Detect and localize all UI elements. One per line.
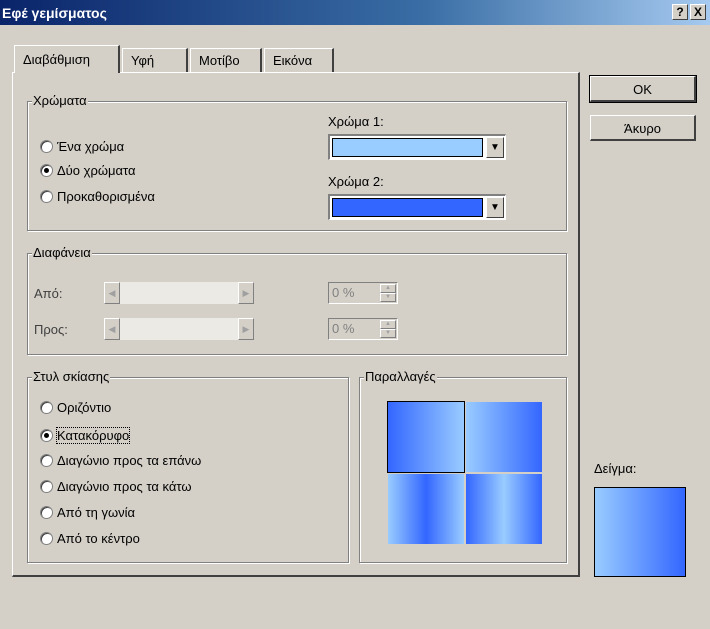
radio-vertical-label: Κατακόρυφο <box>55 427 131 444</box>
tab-gradient-label: Διαβάθμιση <box>23 52 90 67</box>
radio-horizontal[interactable]: Οριζόντιο <box>40 400 111 418</box>
from-value: 0 % <box>332 285 355 300</box>
radio-vertical[interactable]: Κατακόρυφο <box>40 427 131 446</box>
spinner-buttons[interactable]: ▲ ▼ <box>380 284 396 302</box>
color1-swatch <box>332 138 483 157</box>
colors-group-label: Χρώματα <box>32 93 88 108</box>
spinner-buttons[interactable]: ▲ ▼ <box>380 320 396 338</box>
radio-diagonal-up[interactable]: Διαγώνιο προς τα επάνω <box>40 453 201 471</box>
scroll-right-icon[interactable]: ▶ <box>238 282 254 304</box>
spin-down-icon[interactable]: ▼ <box>380 329 396 338</box>
scroll-right-icon[interactable]: ▶ <box>238 318 254 340</box>
color2-label: Χρώμα 2: <box>328 174 384 189</box>
radio-button[interactable] <box>40 401 53 414</box>
radio-button[interactable] <box>40 532 53 545</box>
window-title: Εφέ γεμίσματος <box>2 5 107 21</box>
ok-button[interactable]: OK <box>589 75 697 103</box>
close-button[interactable]: X <box>690 4 706 20</box>
tab-pattern-label: Μοτίβο <box>199 53 240 68</box>
radio-button[interactable] <box>40 454 53 467</box>
radio-two-colors-label: Δύο χρώματα <box>57 163 136 178</box>
sample-label: Δείγμα: <box>594 461 637 476</box>
transparency-group: Διαφάνεια Από: ◀ ▶ 0 % ▲ ▼ Προς: ◀ ▶ 0 % … <box>27 245 567 355</box>
tab-picture-label: Εικόνα <box>273 53 313 68</box>
from-spinner[interactable]: 0 % ▲ ▼ <box>328 282 398 304</box>
radio-horizontal-label: Οριζόντιο <box>57 400 112 415</box>
radio-from-corner[interactable]: Από τη γωνία <box>40 505 135 523</box>
gradient-panel: Χρώματα Ένα χρώμα Δύο χρώματα Προκαθορισ… <box>12 72 580 577</box>
cancel-button[interactable]: Άκυρο <box>590 115 696 141</box>
help-button[interactable]: ? <box>672 4 688 20</box>
shading-styles-group-label: Στυλ σκίασης <box>32 369 111 384</box>
tab-picture[interactable]: Εικόνα <box>264 48 334 72</box>
variants-group-label: Παραλλαγές <box>364 369 437 384</box>
radio-diagonal-up-label: Διαγώνιο προς τα επάνω <box>57 453 202 468</box>
spin-up-icon[interactable]: ▲ <box>380 320 396 329</box>
radio-button[interactable] <box>40 140 53 153</box>
to-slider[interactable]: ◀ ▶ <box>104 318 254 340</box>
from-label: Από: <box>34 286 63 301</box>
radio-preset[interactable]: Προκαθορισμένα <box>40 189 155 207</box>
title-bar: Εφέ γεμίσματος <box>0 0 710 25</box>
scroll-left-icon[interactable]: ◀ <box>104 318 120 340</box>
chevron-down-icon[interactable]: ▼ <box>486 197 504 218</box>
radio-diagonal-down[interactable]: Διαγώνιο προς τα κάτω <box>40 479 191 497</box>
color2-swatch <box>332 198 483 217</box>
to-spinner[interactable]: 0 % ▲ ▼ <box>328 318 398 340</box>
to-label: Προς: <box>34 322 68 337</box>
color1-label: Χρώμα 1: <box>328 114 384 129</box>
color1-dropdown[interactable]: ▼ <box>328 134 506 160</box>
radio-button[interactable] <box>40 164 53 177</box>
variant-2[interactable] <box>466 402 542 472</box>
radio-two-colors[interactable]: Δύο χρώματα <box>40 163 135 181</box>
tab-gradient[interactable]: Διαβάθμιση <box>14 45 120 73</box>
variant-1[interactable] <box>387 401 465 473</box>
radio-button[interactable] <box>40 506 53 519</box>
from-slider[interactable]: ◀ ▶ <box>104 282 254 304</box>
radio-from-center[interactable]: Από το κέντρο <box>40 531 140 549</box>
scroll-left-icon[interactable]: ◀ <box>104 282 120 304</box>
transparency-group-label: Διαφάνεια <box>32 245 92 260</box>
tab-texture[interactable]: Υφή <box>122 48 188 72</box>
sample-preview <box>594 487 686 577</box>
radio-preset-label: Προκαθορισμένα <box>57 189 155 204</box>
radio-button[interactable] <box>40 480 53 493</box>
radio-diagonal-down-label: Διαγώνιο προς τα κάτω <box>57 479 192 494</box>
variant-3[interactable] <box>388 474 464 544</box>
radio-one-color[interactable]: Ένα χρώμα <box>40 139 124 157</box>
variants-group: Παραλλαγές <box>359 369 567 563</box>
radio-from-center-label: Από το κέντρο <box>57 531 140 546</box>
chevron-down-icon[interactable]: ▼ <box>486 137 504 158</box>
colors-group: Χρώματα Ένα χρώμα Δύο χρώματα Προκαθορισ… <box>27 93 567 231</box>
to-value: 0 % <box>332 321 355 336</box>
radio-one-color-label: Ένα χρώμα <box>57 139 125 154</box>
radio-button[interactable] <box>40 190 53 203</box>
tab-pattern[interactable]: Μοτίβο <box>190 48 262 72</box>
spin-up-icon[interactable]: ▲ <box>380 284 396 293</box>
tab-texture-label: Υφή <box>131 53 155 68</box>
radio-from-corner-label: Από τη γωνία <box>57 505 136 520</box>
color2-dropdown[interactable]: ▼ <box>328 194 506 220</box>
variant-4[interactable] <box>466 474 542 544</box>
radio-button[interactable] <box>40 429 53 442</box>
spin-down-icon[interactable]: ▼ <box>380 293 396 302</box>
shading-styles-group: Στυλ σκίασης Οριζόντιο Κατακόρυφο Διαγών… <box>27 369 349 563</box>
